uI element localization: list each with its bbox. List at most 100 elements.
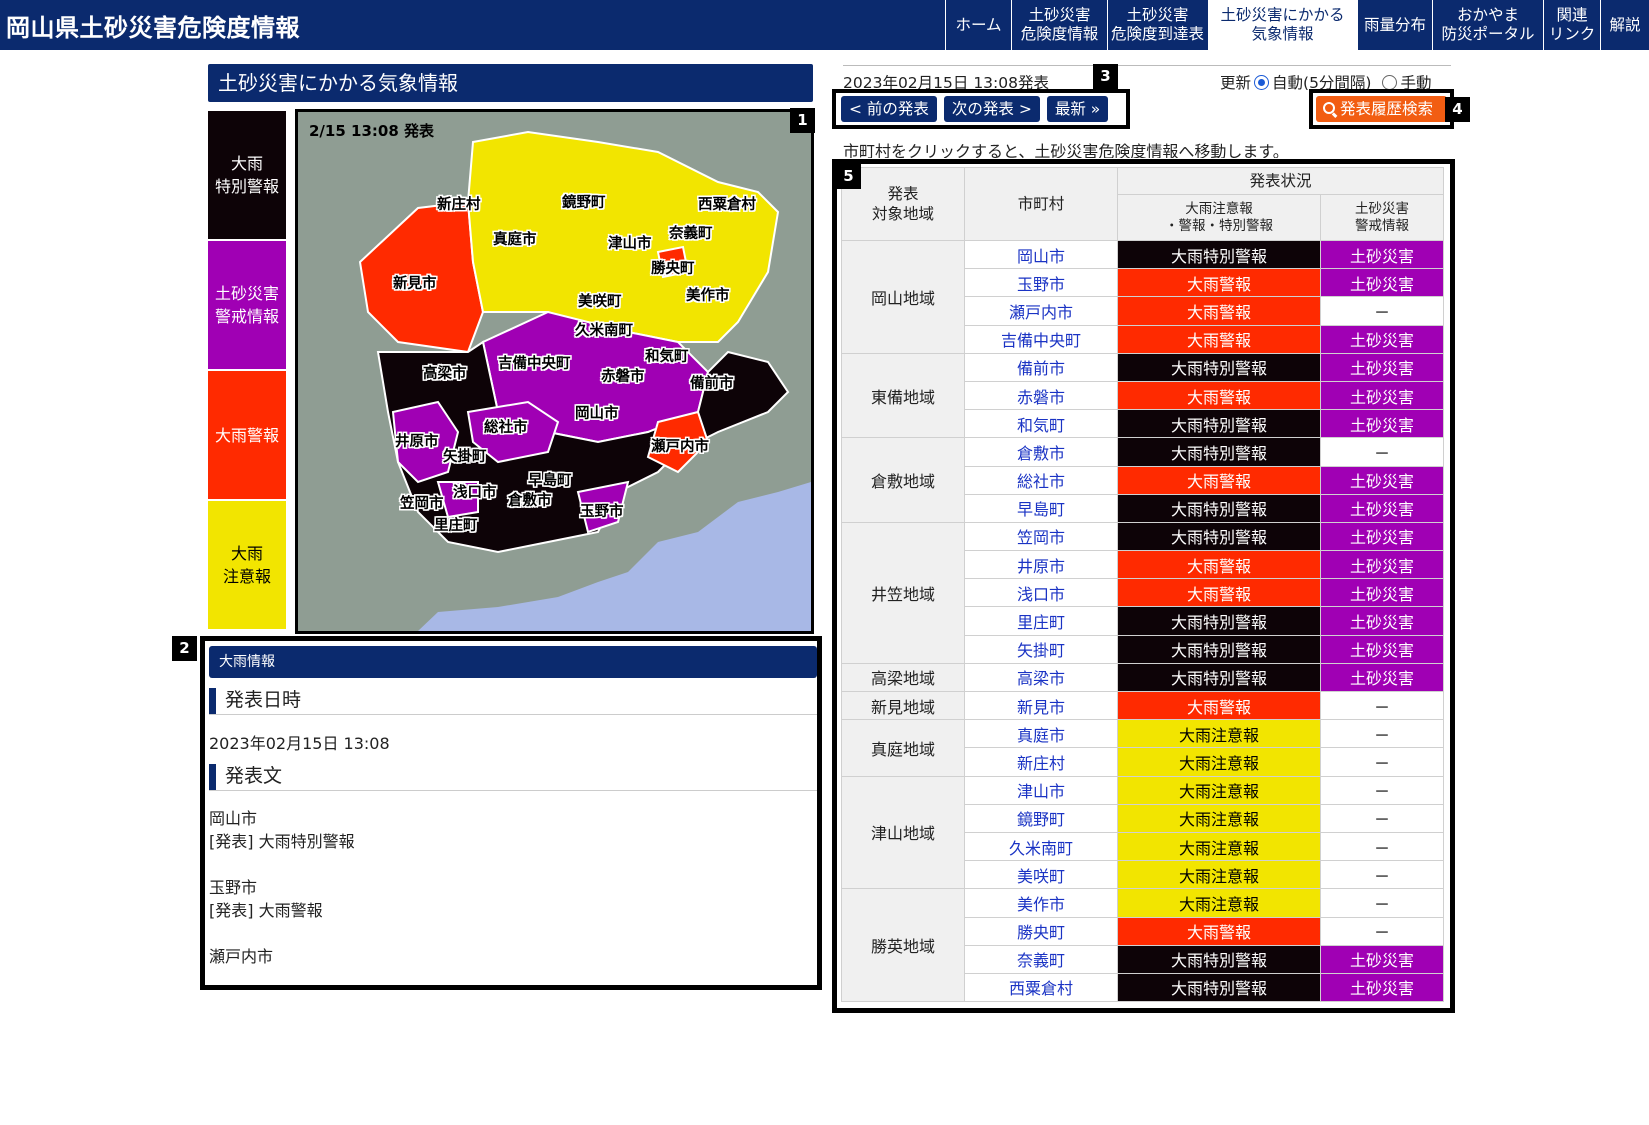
region-cell: 高梁地域 (841, 662, 965, 693)
map-area-label[interactable]: 美作市 (686, 284, 730, 305)
map-area-label[interactable]: 新庄村 (437, 193, 481, 214)
status-table-body: 岡山地域 岡山市 大雨特別警報 土砂災害 玉野市 大雨警報 土砂災害 瀬戸内市 大雨警報－吉備中… (841, 239, 1444, 1003)
text-heading: 発表文 (209, 763, 817, 791)
map-area-label[interactable]: 津山市 (608, 232, 652, 253)
map-area-label[interactable]: 吉備中央町 (498, 352, 571, 373)
map-area-label[interactable]: 新見市 (393, 272, 437, 293)
dosha-status-cell: － (1320, 803, 1444, 833)
region-cell: 真庭地域 (841, 719, 965, 777)
city-link[interactable]: 倉敷市 (964, 437, 1118, 467)
date-heading: 発表日時 (209, 687, 817, 715)
rain-status-cell: 大雨注意報 (1117, 831, 1321, 862)
map-area-label[interactable]: 鏡野町 (562, 191, 606, 212)
map-area-label[interactable]: 美咲町 (578, 290, 622, 311)
dosha-status-cell: 土砂災害 (1320, 944, 1444, 974)
dosha-status-cell: 土砂災害 (1320, 239, 1444, 270)
map-area-label[interactable]: 和気町 (645, 345, 689, 366)
main-nav: ホーム 土砂災害 危険度情報 土砂災害 危険度到達表 土砂災害にかかる 気象情報 雨量分… (945, 0, 1649, 50)
city-link[interactable]: 井原市 (964, 550, 1118, 580)
city-link[interactable]: 美作市 (964, 888, 1118, 918)
map-area-label[interactable]: 倉敷市 (508, 489, 552, 510)
dosha-status-cell: 土砂災害 (1320, 352, 1444, 382)
city-link[interactable]: 新庄村 (964, 747, 1118, 777)
rain-status-cell: 大雨特別警報 (1117, 662, 1321, 693)
city-link[interactable]: 総社市 (964, 465, 1118, 495)
city-link[interactable]: 美咲町 (964, 860, 1118, 890)
city-link[interactable]: 鏡野町 (964, 803, 1118, 833)
map-area-label[interactable]: 赤磐市 (601, 365, 645, 386)
nav-item[interactable]: 土砂災害にかかる 気象情報 (1207, 0, 1357, 50)
nav-item[interactable]: 土砂災害 危険度到達表 (1107, 0, 1207, 50)
map-area-label[interactable]: 高梁市 (423, 362, 467, 383)
city-link[interactable]: 久米南町 (964, 831, 1118, 862)
map-area-label[interactable]: 奈義町 (669, 222, 713, 243)
table-row: 東備地域 備前市 大雨特別警報 土砂災害 (841, 352, 1444, 439)
city-link[interactable]: 津山市 (964, 775, 1118, 805)
prev-button[interactable]: < 前の発表 (841, 96, 937, 122)
auto-radio[interactable] (1254, 74, 1270, 90)
callout-1: 1 (790, 108, 815, 133)
city-link[interactable]: 西粟倉村 (964, 972, 1118, 1003)
map-area-label[interactable]: 里庄町 (434, 514, 478, 535)
city-link[interactable]: 新見市 (964, 690, 1118, 721)
manual-radio[interactable] (1382, 74, 1398, 90)
nav-item[interactable]: おかやま 防災ポータル (1432, 0, 1543, 50)
site-title[interactable]: 岡山県土砂災害危険度情報 (6, 8, 300, 43)
map-area-label[interactable]: 浅口市 (453, 481, 497, 502)
dosha-status-cell: 土砂災害 (1320, 268, 1444, 298)
warning-map[interactable]: 2/15 13:08 発表 新庄村 鏡野町 西粟倉村真庭市 津山市 奈義町新見市 勝央町美… (295, 109, 814, 634)
nav-item[interactable]: 関連 リンク (1543, 0, 1600, 50)
dosha-status-cell: － (1320, 860, 1444, 890)
map-area-label[interactable]: 瀬戸内市 (651, 435, 709, 456)
map-area-label[interactable]: 井原市 (395, 430, 439, 451)
rain-status-cell: 大雨特別警報 (1117, 972, 1321, 1003)
city-link[interactable]: 奈義町 (964, 944, 1118, 974)
map-area-label[interactable]: 矢掛町 (443, 445, 487, 466)
city-link[interactable]: 早島町 (964, 493, 1118, 523)
dosha-status-cell: 土砂災害 (1320, 465, 1444, 495)
nav-item[interactable]: 土砂災害 危険度情報 (1011, 0, 1107, 50)
city-link[interactable]: 高梁市 (964, 662, 1118, 693)
city-link[interactable]: 赤磐市 (964, 380, 1118, 411)
latest-button[interactable]: 最新 » (1046, 96, 1109, 122)
map-area-label[interactable]: 早島町 (528, 469, 572, 490)
city-link[interactable]: 和気町 (964, 409, 1118, 439)
callout-5: 5 (836, 164, 861, 189)
rain-status-cell: 大雨特別警報 (1117, 437, 1321, 467)
map-area-label[interactable]: 真庭市 (493, 228, 537, 249)
city-link[interactable]: 笠岡市 (964, 521, 1118, 552)
col-rain: 大雨注意報 ・警報・特別警報 (1117, 194, 1321, 241)
dosha-status-cell: － (1320, 437, 1444, 467)
city-link[interactable]: 矢掛町 (964, 634, 1118, 664)
history-label: 発表履歴検索 (1340, 100, 1434, 118)
region-cell: 倉敷地域 (841, 437, 965, 523)
history-search-button[interactable]: 発表履歴検索 (1316, 96, 1447, 122)
map-area-label[interactable]: 久米南町 (575, 319, 633, 340)
region-cell: 東備地域 (841, 352, 965, 439)
rain-status-cell: 大雨特別警報 (1117, 521, 1321, 552)
map-area-label[interactable]: 総社市 (484, 416, 528, 437)
city-link[interactable]: 真庭市 (964, 719, 1118, 749)
city-link[interactable]: 吉備中央町 (964, 324, 1118, 354)
col-status: 発表状況 (1117, 167, 1444, 195)
nav-item[interactable]: ホーム (945, 0, 1011, 50)
table-row: 井笠地域 笠岡市 大雨特別警報 土砂災害 (841, 521, 1444, 664)
nav-item[interactable]: 雨量分布 (1357, 0, 1432, 50)
city-link[interactable]: 玉野市 (964, 268, 1118, 298)
map-area-label[interactable]: 西粟倉村 (698, 193, 756, 214)
city-link[interactable]: 勝央町 (964, 916, 1118, 946)
city-link[interactable]: 備前市 (964, 352, 1118, 382)
city-link[interactable]: 岡山市 (964, 239, 1118, 270)
city-link[interactable]: 里庄町 (964, 606, 1118, 636)
city-link[interactable]: 瀬戸内市 (964, 296, 1118, 326)
map-area-label[interactable]: 勝央町 (651, 257, 695, 278)
city-link[interactable]: 浅口市 (964, 578, 1118, 608)
map-area-label[interactable]: 岡山市 (575, 402, 619, 423)
map-timestamp: 2/15 13:08 発表 (309, 122, 434, 140)
nav-item[interactable]: 解説 (1600, 0, 1649, 50)
map-area-label[interactable]: 笠岡市 (400, 492, 444, 513)
next-button[interactable]: 次の発表 > (943, 96, 1040, 122)
map-area-label[interactable]: 玉野市 (580, 500, 624, 521)
map-area-label[interactable]: 備前市 (690, 372, 734, 393)
rain-status-cell: 大雨警報 (1117, 465, 1321, 495)
